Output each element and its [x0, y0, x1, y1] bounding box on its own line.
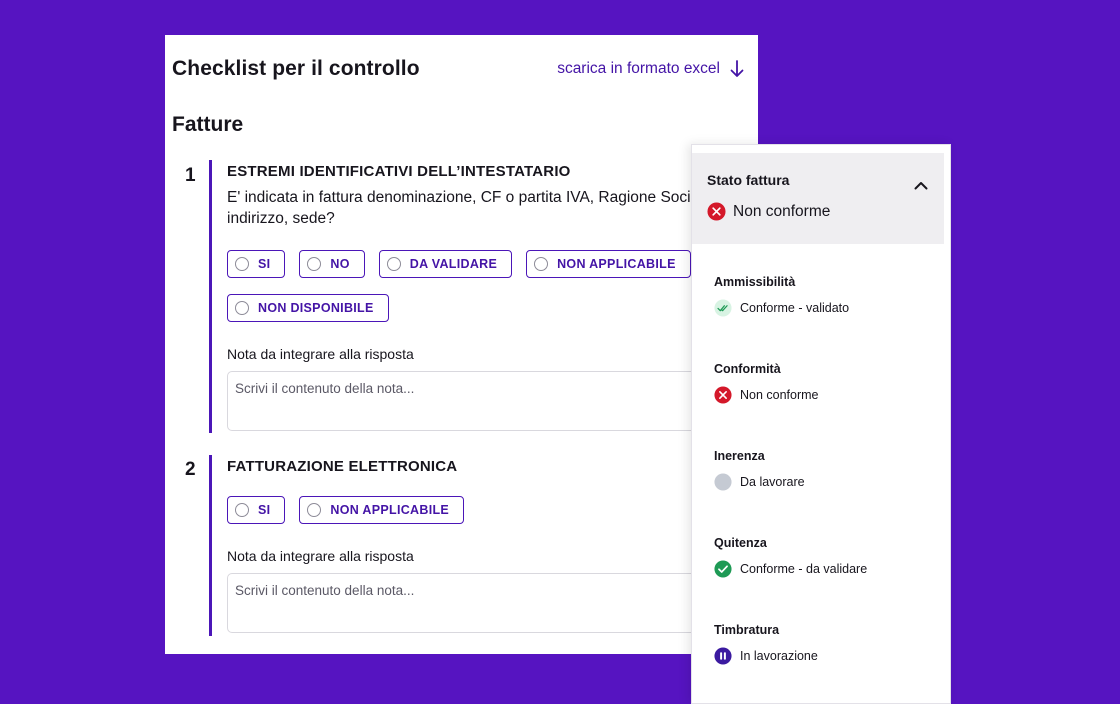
question-number: 2	[185, 459, 196, 480]
question-body: FATTURAZIONE ELETTRONICA SI NON APPLICAB…	[227, 458, 758, 633]
radio-icon	[235, 257, 249, 271]
option-da-validare[interactable]: DA VALIDARE	[378, 250, 513, 278]
option-label: SI	[258, 257, 271, 271]
status-row-value: Non conforme	[740, 388, 819, 402]
section-title: Fatture	[172, 113, 244, 136]
option-non-disponibile[interactable]: NON DISPONIBILE	[227, 294, 389, 322]
question-body: ESTREMI IDENTIFICATIVI DELL’INTESTATARIO…	[227, 163, 758, 431]
status-row-conformita: Conformità Non conforme	[714, 362, 819, 404]
note-input[interactable]	[227, 573, 707, 633]
status-row-label: Quitenza	[714, 536, 767, 550]
status-row-quitenza: Quitenza Conforme - da validare	[714, 536, 867, 578]
question-text-line-1: E' indicata in fattura denominazione, CF…	[227, 189, 716, 206]
pause-circle-icon	[714, 647, 732, 665]
question-title: FATTURAZIONE ELETTRONICA	[227, 458, 458, 475]
status-row-label: Ammissibilità	[714, 275, 796, 289]
option-si[interactable]: SI	[227, 250, 286, 278]
status-row-label: Inerenza	[714, 449, 765, 463]
double-check-icon	[714, 299, 732, 317]
radio-icon	[386, 257, 401, 271]
radio-icon	[534, 257, 549, 271]
check-circle-icon	[714, 560, 732, 578]
radio-icon	[307, 503, 322, 517]
error-x-icon	[714, 386, 732, 404]
status-row-inerenza: Inerenza Da lavorare	[714, 449, 805, 491]
option-non-applicabile[interactable]: NON APPLICABILE	[526, 250, 691, 278]
option-si[interactable]: SI	[227, 496, 286, 524]
radio-icon	[235, 301, 249, 315]
question-number: 1	[185, 165, 196, 186]
question-text-line-2: indirizzo, sede?	[227, 210, 335, 227]
status-row-value: In lavorazione	[740, 649, 818, 663]
option-label: NON APPLICABILE	[330, 503, 450, 517]
status-row-value: Conforme - da validare	[740, 562, 868, 576]
status-row-label: Conformità	[714, 362, 781, 376]
radio-icon	[307, 257, 322, 271]
chevron-up-icon[interactable]	[914, 177, 928, 190]
note-input[interactable]	[227, 371, 707, 431]
checklist-title: Checklist per il controllo	[172, 57, 420, 80]
panel-header[interactable]: Stato fattura Non conforme	[692, 153, 944, 244]
download-excel-label: scarica in formato excel	[557, 60, 720, 77]
status-row-ammissibilita: Ammissibilità Conforme - validato	[714, 275, 849, 317]
answer-options: SI NO DA VALIDARE NON APPLICABILE NON DI…	[227, 250, 697, 322]
question-accent-bar	[209, 160, 212, 433]
status-row-value: Da lavorare	[740, 475, 805, 489]
checklist-header: Checklist per il controllo scarica in fo…	[172, 55, 744, 83]
note-label: Nota da integrare alla risposta	[227, 346, 414, 362]
error-x-icon	[707, 202, 726, 221]
download-excel-link[interactable]: scarica in formato excel	[557, 60, 744, 78]
overall-status-text: Non conforme	[733, 202, 831, 220]
arrow-down-icon	[730, 60, 744, 78]
option-no[interactable]: NO	[299, 250, 365, 278]
option-label: NON DISPONIBILE	[258, 301, 374, 315]
answer-options: SI NON APPLICABILE	[227, 496, 697, 524]
overall-status: Non conforme	[707, 202, 830, 221]
note-label: Nota da integrare alla risposta	[227, 548, 414, 564]
status-row-timbratura: Timbratura In lavorazione	[714, 623, 818, 665]
option-label: DA VALIDARE	[409, 257, 498, 271]
option-label: NO	[330, 257, 350, 271]
question-title: ESTREMI IDENTIFICATIVI DELL’INTESTATARIO	[227, 163, 571, 180]
invoice-status-panel: Stato fattura Non conforme Ammissibilità…	[691, 144, 951, 704]
checklist-card: Checklist per il controllo scarica in fo…	[165, 35, 758, 654]
status-row-value: Conforme - validato	[740, 301, 850, 315]
option-label: SI	[258, 503, 271, 517]
option-label: NON APPLICABILE	[557, 257, 676, 271]
radio-icon	[235, 503, 249, 517]
pending-dot-icon	[714, 473, 732, 491]
panel-title: Stato fattura	[707, 172, 790, 188]
option-non-applicabile[interactable]: NON APPLICABILE	[299, 496, 465, 524]
question-accent-bar	[209, 455, 212, 636]
status-row-label: Timbratura	[714, 623, 780, 637]
